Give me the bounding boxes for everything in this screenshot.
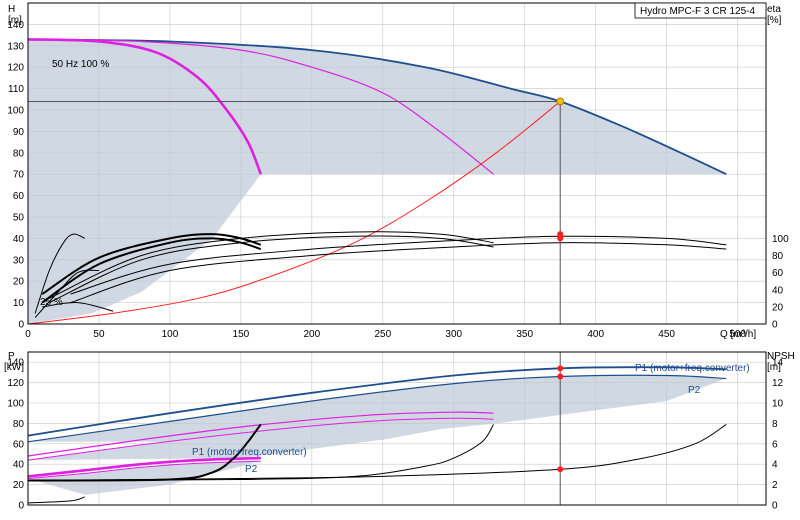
head-area-cutout: [260, 174, 727, 324]
bottom-duty-mark: [557, 373, 564, 380]
bottom-y-right-tick-label: 8: [772, 419, 778, 430]
top-x-tick-label: 150: [233, 329, 250, 340]
top-right-ylabel-unit: [%]: [767, 15, 782, 26]
top-y-right-tick-label: 40: [772, 285, 784, 296]
top-y-left-tick-label: 10: [13, 298, 25, 309]
legend-p1-large: P1 (motor+freq.converter): [635, 363, 750, 374]
top-x-tick-label: 250: [374, 329, 391, 340]
bottom-y-left-tick-label: 100: [7, 399, 24, 410]
pump-curve-chart: 0 50 100 150 200 250 300 350 400 450 500 0 10 20 30 40 5…: [0, 0, 800, 520]
duty-point: [556, 97, 565, 106]
bottom-y-left-tick-label: 80: [13, 419, 25, 430]
top-x-tick-label: 100: [162, 329, 179, 340]
bottom-y-left-tick-label: 60: [13, 439, 25, 450]
top-y-right-tick-label: 20: [772, 302, 784, 313]
top-x-tick-label: 400: [587, 329, 604, 340]
top-left-ylabel-unit: [m]: [8, 15, 22, 26]
top-y-right-tick-label: 0: [772, 320, 778, 331]
bottom-y-right-tick-label: 12: [772, 378, 784, 389]
top-y-left-tick-label: 0: [18, 320, 24, 331]
top-y-left-tick-label: 70: [13, 170, 25, 181]
top-y-left-tick-label: 130: [7, 41, 24, 52]
top-right-ylabel-eta: eta: [767, 4, 781, 15]
bottom-duty-mark: [557, 466, 564, 473]
top-left-ylabel-h: H: [8, 4, 15, 15]
top-y-left-tick-label: 80: [13, 148, 25, 159]
top-y-right-tick-label: 60: [772, 268, 784, 279]
legend-p2-large: P2: [688, 385, 701, 396]
annotation-speed-25: 25 %: [40, 297, 63, 308]
top-y-left-tick-label: 90: [13, 127, 25, 138]
top-y-left-tick-label: 20: [13, 277, 25, 288]
x-axis-label: Q [m³/h]: [720, 329, 756, 340]
bottom-y-right-tick-label: 2: [772, 480, 778, 491]
bottom-right-ylabel-unit: [m]: [767, 362, 781, 373]
top-y-left-tick-label: 50: [13, 213, 25, 224]
bottom-y-left-tick-label: 20: [13, 480, 25, 491]
chart-title: Hydro MPC-F 3 CR 125-4: [640, 6, 755, 17]
bottom-left-ylabel-unit: [kW]: [4, 362, 24, 373]
bottom-right-ylabel-npsh: NPSH: [767, 351, 795, 362]
top-y-left-tick-label: 40: [13, 234, 25, 245]
legend-p2-small: P2: [245, 464, 258, 475]
bottom-y-left-tick-label: 40: [13, 460, 25, 471]
top-y-left-tick-label: 120: [7, 63, 24, 74]
top-x-tick-label: 450: [658, 329, 675, 340]
top-x-tick-label: 0: [25, 329, 31, 340]
annotation-speed-100: 50 Hz 100 %: [52, 59, 109, 70]
top-y-right-tick-label: 80: [772, 251, 784, 262]
top-y-left-tick-label: 60: [13, 191, 25, 202]
bottom-duty-mark: [557, 365, 564, 372]
bottom-y-right-tick-label: 6: [772, 439, 778, 450]
top-y-left-tick-label: 30: [13, 255, 25, 266]
bottom-y-right-tick-label: 10: [772, 399, 784, 410]
bottom-y-left-tick-label: 120: [7, 378, 24, 389]
top-duty-mark: [557, 231, 564, 238]
top-x-tick-label: 200: [304, 329, 321, 340]
pump-curve-svg: 0 50 100 150 200 250 300 350 400 450 5000102030405…: [4, 2, 795, 512]
power-npsh-panel: 02040608010012014002468101214 P [kW] NPS…: [4, 351, 795, 512]
bottom-y-left-tick-label: 0: [18, 501, 24, 512]
top-y-right-tick-label: 100: [772, 234, 789, 245]
top-y-left-tick-label: 100: [7, 106, 24, 117]
top-x-tick-label: 300: [445, 329, 462, 340]
legend-p1-small: P1 (motor+freq.converter): [192, 447, 307, 458]
bottom-left-ylabel-p: P: [8, 351, 15, 362]
top-x-tick-label: 50: [93, 329, 105, 340]
top-x-tick-label: 350: [516, 329, 533, 340]
bottom-curve-npsh0: [27, 496, 85, 504]
top-y-left-tick-label: 110: [8, 84, 24, 95]
bottom-y-right-tick-label: 4: [772, 460, 778, 471]
bottom-y-right-tick-label: 0: [772, 501, 778, 512]
head-efficiency-panel: 0 50 100 150 200 250 300 350 400 450 5000102030405…: [7, 2, 789, 340]
